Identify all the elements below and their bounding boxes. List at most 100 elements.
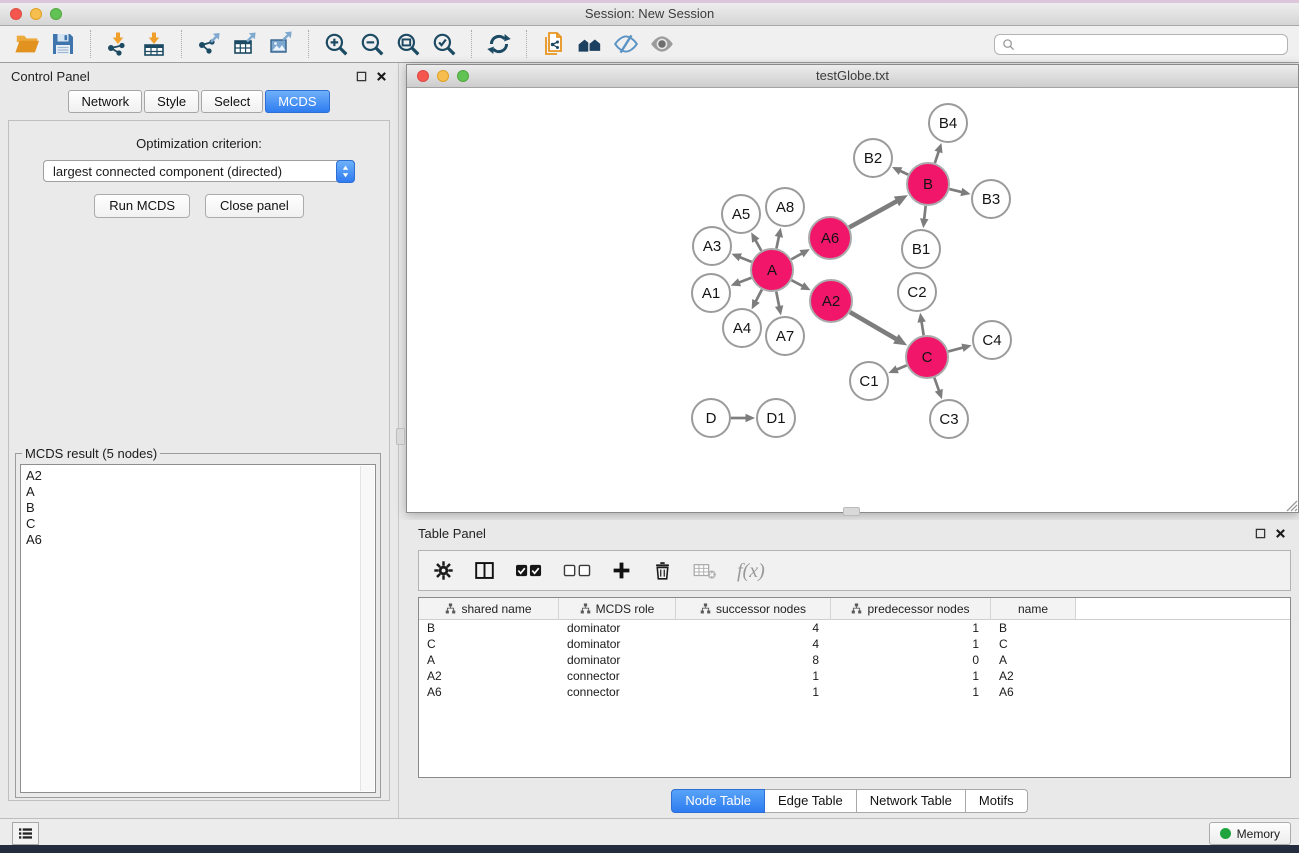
edge-B-B2[interactable] xyxy=(892,167,908,175)
edge-C-C3[interactable] xyxy=(934,378,942,399)
cell-predecessor-nodes[interactable]: 0 xyxy=(831,652,991,668)
cell-shared-name[interactable]: A2 xyxy=(419,668,559,684)
cell-predecessor-nodes[interactable]: 1 xyxy=(831,636,991,652)
mcds-result-item[interactable]: C xyxy=(26,516,375,532)
network-window-titlebar[interactable]: testGlobe.txt xyxy=(407,65,1298,88)
cell-mcds-role[interactable]: dominator xyxy=(559,636,676,652)
table-row[interactable]: Bdominator41B xyxy=(419,620,1290,636)
cell-shared-name[interactable]: B xyxy=(419,620,559,636)
zoom-out-icon[interactable] xyxy=(356,28,388,60)
cell-shared-name[interactable]: A xyxy=(419,652,559,668)
table-row[interactable]: Cdominator41C xyxy=(419,636,1290,652)
import-table-icon[interactable] xyxy=(138,28,170,60)
memory-button[interactable]: Memory xyxy=(1209,822,1291,845)
cell-predecessor-nodes[interactable]: 1 xyxy=(831,668,991,684)
edge-A-A7[interactable] xyxy=(775,292,783,316)
run-mcds-button[interactable]: Run MCDS xyxy=(94,194,190,218)
table-row[interactable]: Adominator80A xyxy=(419,652,1290,668)
mcds-result-item[interactable]: A6 xyxy=(26,532,375,548)
tab-mcds[interactable]: MCDS xyxy=(265,90,329,113)
node-C[interactable]: C xyxy=(906,336,948,378)
zoom-fit-icon[interactable] xyxy=(392,28,424,60)
cell-shared-name[interactable]: A6 xyxy=(419,684,559,700)
cell-mcds-role[interactable]: dominator xyxy=(559,620,676,636)
edge-A2-C[interactable] xyxy=(850,312,907,345)
unselect-all-columns-icon[interactable] xyxy=(563,564,591,577)
float-panel-icon[interactable] xyxy=(356,71,367,82)
node-B1[interactable]: B1 xyxy=(902,230,940,268)
criterion-select[interactable]: largest connected component (directed) xyxy=(43,160,355,182)
save-session-icon[interactable] xyxy=(47,28,79,60)
tab-network[interactable]: Network xyxy=(68,90,142,113)
tab-network-table[interactable]: Network Table xyxy=(857,789,966,813)
edge-C-C4[interactable] xyxy=(948,344,971,352)
edge-A-A1[interactable] xyxy=(731,278,752,286)
close-window-button[interactable] xyxy=(10,8,22,20)
select-all-columns-icon[interactable] xyxy=(515,564,543,577)
cell-mcds-role[interactable]: connector xyxy=(559,684,676,700)
node-C3[interactable]: C3 xyxy=(930,400,968,438)
edge-A-A8[interactable] xyxy=(775,228,783,249)
cell-name[interactable]: C xyxy=(991,636,1076,652)
minimize-window-button[interactable] xyxy=(30,8,42,20)
mcds-result-item[interactable]: B xyxy=(26,500,375,516)
node-C2[interactable]: C2 xyxy=(898,273,936,311)
node-A4[interactable]: A4 xyxy=(723,309,761,347)
column-header-shared-name[interactable]: shared name xyxy=(419,598,559,620)
cell-shared-name[interactable]: C xyxy=(419,636,559,652)
show-home-networks-icon[interactable] xyxy=(574,28,606,60)
vertical-splitter-handle[interactable] xyxy=(396,428,405,445)
zoom-selected-icon[interactable] xyxy=(428,28,460,60)
tab-select[interactable]: Select xyxy=(201,90,263,113)
cell-mcds-role[interactable]: connector xyxy=(559,668,676,684)
edge-C-C1[interactable] xyxy=(888,365,906,373)
refresh-layout-icon[interactable] xyxy=(483,28,515,60)
hide-graphics-details-icon[interactable] xyxy=(610,28,642,60)
cell-name[interactable]: B xyxy=(991,620,1076,636)
edge-A-A4[interactable] xyxy=(752,290,762,310)
node-B[interactable]: B xyxy=(907,163,949,205)
cell-name[interactable]: A xyxy=(991,652,1076,668)
cell-successor-nodes[interactable]: 4 xyxy=(676,636,831,652)
node-A5[interactable]: A5 xyxy=(722,195,760,233)
cell-name[interactable]: A6 xyxy=(991,684,1076,700)
node-A[interactable]: A xyxy=(751,249,793,291)
network-canvas[interactable]: B4B2BB3A8A5A6A3B1AA1C2A2A4A7C4CC1C3DD1 xyxy=(407,88,1298,512)
tab-edge-table[interactable]: Edge Table xyxy=(765,789,857,813)
node-B4[interactable]: B4 xyxy=(929,104,967,142)
close-panel-button[interactable]: Close panel xyxy=(205,194,304,218)
show-columns-icon[interactable] xyxy=(474,560,495,581)
task-history-button[interactable] xyxy=(12,822,39,845)
tab-style[interactable]: Style xyxy=(144,90,199,113)
edge-C-C2[interactable] xyxy=(917,313,925,336)
export-network-icon[interactable] xyxy=(193,28,225,60)
column-header-name[interactable]: name xyxy=(991,598,1076,620)
node-A8[interactable]: A8 xyxy=(766,188,804,226)
search-input[interactable] xyxy=(994,34,1288,55)
show-graphics-details-icon[interactable] xyxy=(646,28,678,60)
node-C1[interactable]: C1 xyxy=(850,362,888,400)
node-C4[interactable]: C4 xyxy=(973,321,1011,359)
column-header-predecessor-nodes[interactable]: predecessor nodes xyxy=(831,598,991,620)
network-from-selection-icon[interactable] xyxy=(538,28,570,60)
table-row[interactable]: A2connector11A2 xyxy=(419,668,1290,684)
node-A2[interactable]: A2 xyxy=(810,280,852,322)
float-table-panel-icon[interactable] xyxy=(1255,528,1266,539)
zoom-in-icon[interactable] xyxy=(320,28,352,60)
tab-motifs[interactable]: Motifs xyxy=(966,789,1028,813)
node-D[interactable]: D xyxy=(692,399,730,437)
cell-predecessor-nodes[interactable]: 1 xyxy=(831,620,991,636)
horizontal-splitter-handle[interactable] xyxy=(843,507,860,516)
tab-node-table[interactable]: Node Table xyxy=(671,789,765,813)
node-D1[interactable]: D1 xyxy=(757,399,795,437)
edge-B-B4[interactable] xyxy=(934,143,942,163)
create-column-icon[interactable] xyxy=(611,560,632,581)
resize-grip-icon[interactable] xyxy=(1283,497,1298,512)
node-A1[interactable]: A1 xyxy=(692,274,730,312)
cell-predecessor-nodes[interactable]: 1 xyxy=(831,684,991,700)
edge-D-D1[interactable] xyxy=(731,414,755,423)
mcds-result-item[interactable]: A2 xyxy=(26,468,375,484)
table-options-gear-icon[interactable] xyxy=(433,560,454,581)
mcds-result-item[interactable]: A xyxy=(26,484,375,500)
edge-B-B3[interactable] xyxy=(949,188,970,196)
